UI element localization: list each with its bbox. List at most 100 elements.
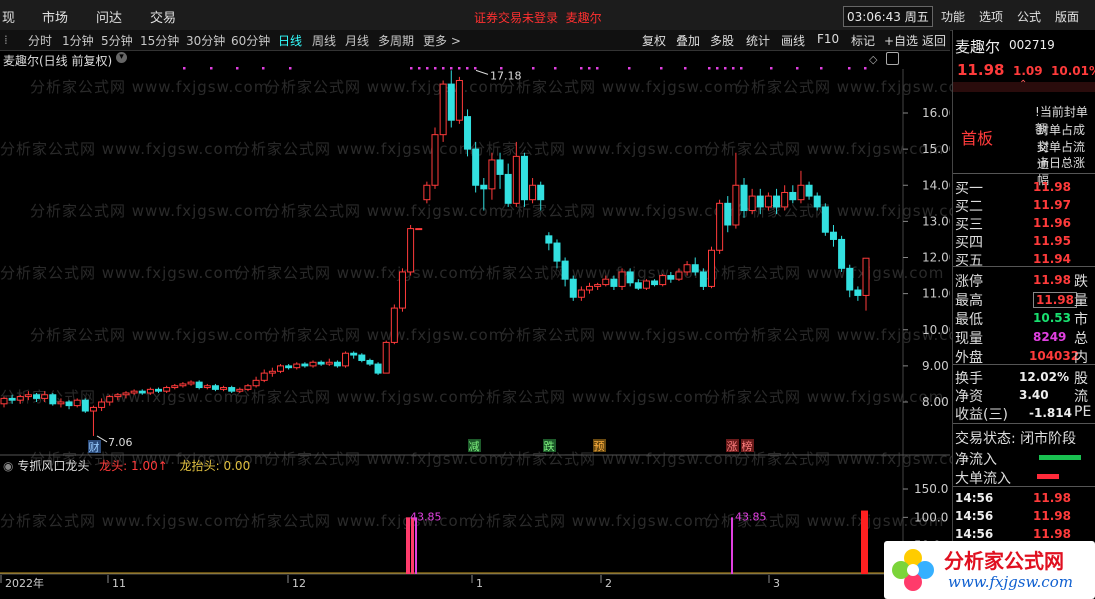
candle — [73, 399, 81, 407]
chevron-down-icon[interactable]: ▾ — [116, 52, 127, 63]
high-pointer — [475, 69, 489, 75]
candle — [293, 363, 301, 369]
date-tick-label: 12 — [292, 577, 306, 590]
signal-dot — [183, 67, 186, 70]
clock: 03:06:43 周五 — [843, 6, 933, 27]
menu-item-ask[interactable]: 问达 — [96, 7, 122, 26]
signal-dot — [732, 67, 735, 70]
period-tab-more[interactable]: 更多 > — [423, 32, 461, 49]
chevron-up-icon[interactable]: ⌃ — [1019, 79, 1027, 90]
candle — [0, 397, 8, 405]
candle — [789, 191, 797, 201]
order-book-price[interactable]: 11.98 — [1033, 180, 1071, 194]
candle — [610, 278, 618, 287]
indicator-menu-icon[interactable]: ◉ — [3, 459, 13, 473]
price-axis: 16.00 15.00 14.00 13.00 12.00 11.00 10.00 9.00 8… — [903, 106, 950, 409]
candle — [756, 195, 764, 208]
signal-dot — [820, 67, 823, 70]
order-book-price[interactable]: 11.96 — [1033, 216, 1071, 230]
tool-multistock-button[interactable]: 多股 — [710, 32, 734, 49]
menu-item-function[interactable]: 功能 — [941, 8, 965, 25]
stat-label: 现量 — [955, 331, 983, 347]
signal-dot — [660, 67, 663, 70]
indicator-bar-label: 43.85 — [410, 510, 442, 523]
order-book-price[interactable]: 11.97 — [1033, 198, 1071, 212]
tool-f10-button[interactable]: F10 — [817, 32, 839, 46]
period-tab-monthly[interactable]: 月线 — [345, 32, 369, 49]
candle — [163, 387, 171, 392]
candle — [309, 361, 317, 367]
period-tab-5min[interactable]: 5分钟 — [101, 32, 133, 49]
diamond-icon[interactable]: ◇ — [869, 53, 877, 66]
signal-dot — [628, 67, 631, 70]
period-tab-1min[interactable]: 1分钟 — [62, 32, 94, 49]
candle — [89, 406, 97, 412]
candle — [634, 282, 642, 289]
flower-logo-icon — [892, 549, 934, 591]
tool-stats-button[interactable]: 统计 — [746, 32, 770, 49]
menu-item-trade[interactable]: 交易 — [150, 7, 176, 26]
candle — [98, 401, 106, 408]
price-tick-label: 8.00 — [922, 395, 949, 409]
candle — [342, 352, 350, 367]
board-status: 首板 — [961, 129, 994, 148]
period-tab-multi[interactable]: 多周期 — [378, 32, 414, 49]
menu-item-options[interactable]: 选项 — [979, 8, 1003, 25]
candle — [651, 280, 659, 286]
menu-item-now[interactable]: 现 — [2, 7, 15, 26]
order-book-price[interactable]: 11.94 — [1033, 252, 1071, 266]
menu-item-formula[interactable]: 公式 — [1017, 8, 1041, 25]
period-tab-timeshare[interactable]: 分时 — [28, 32, 52, 49]
candle — [57, 401, 65, 405]
order-book-price[interactable]: 11.95 — [1033, 234, 1071, 248]
collapse-bar[interactable]: ⌃ — [953, 79, 1095, 92]
candle — [398, 271, 406, 309]
price-tick-label: 14.00 — [922, 178, 950, 192]
candle — [821, 206, 829, 233]
tool-adjust-button[interactable]: 复权 — [642, 32, 666, 49]
candle — [390, 307, 398, 343]
signal-dot — [426, 67, 429, 70]
kline-chart[interactable]: 16.00 15.00 14.00 13.00 12.00 11.00 10.00 9.00 8… — [0, 51, 950, 596]
candle — [626, 271, 634, 284]
tool-back-button[interactable]: 返回 — [922, 32, 946, 49]
period-tab-weekly[interactable]: 周线 — [312, 32, 336, 49]
period-tab-daily[interactable]: 日线 — [278, 32, 302, 49]
date-tick-label: 3 — [773, 577, 780, 590]
menu-item-layout[interactable]: 版面 — [1055, 8, 1079, 25]
period-tab-60min[interactable]: 60分钟 — [231, 32, 270, 49]
menu-item-market[interactable]: 市场 — [42, 7, 68, 26]
candle — [732, 184, 740, 226]
tool-draw-button[interactable]: 画线 — [781, 32, 805, 49]
stock-code: 002719 — [1009, 38, 1055, 52]
candle — [350, 352, 358, 356]
candle — [781, 191, 789, 208]
tool-mark-button[interactable]: 标记 — [851, 32, 875, 49]
signal-dot — [289, 67, 292, 70]
candle — [829, 231, 837, 240]
period-tab-30min[interactable]: 30分钟 — [186, 32, 225, 49]
candle — [854, 289, 862, 296]
notice-text: 证券交易未登录 — [474, 11, 559, 25]
signal-dot — [236, 67, 239, 70]
stat-value: 3.40 — [1019, 388, 1049, 402]
signal-dot — [262, 67, 265, 70]
period-tab-15min[interactable]: 15分钟 — [140, 32, 179, 49]
candle — [667, 275, 675, 280]
candle — [187, 381, 195, 385]
price-tick-label: 15.00 — [922, 142, 950, 156]
order-book-label: 买一 — [955, 181, 983, 197]
price-tick-label: 10.00 — [922, 323, 950, 337]
tool-add-watchlist-button[interactable]: +自选 — [884, 32, 918, 49]
event-marker: 跌 — [544, 439, 555, 453]
tool-overlay-button[interactable]: 叠加 — [676, 32, 700, 49]
candle — [838, 238, 846, 269]
candle — [488, 159, 496, 190]
window-toggle-icon[interactable] — [886, 52, 899, 65]
signal-dot — [864, 67, 867, 70]
event-marker: 财 — [89, 440, 100, 454]
indicator-bar — [415, 517, 417, 574]
logo-text: 分析家公式网 — [944, 549, 1064, 573]
candle — [81, 399, 89, 412]
tick-time: 14:56 — [955, 491, 994, 505]
